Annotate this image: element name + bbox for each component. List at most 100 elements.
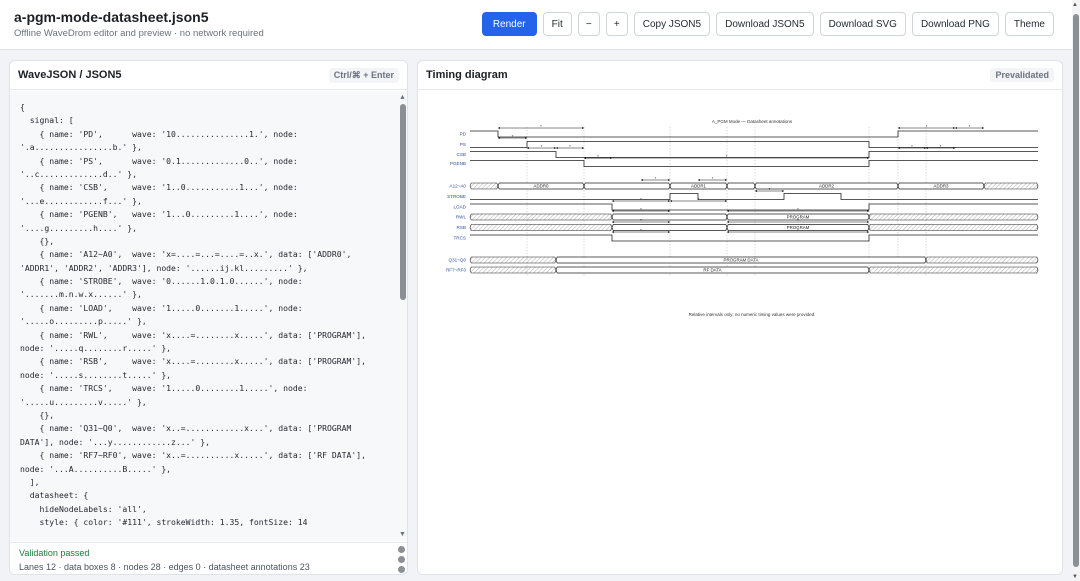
timing-symbol: T [940, 144, 942, 148]
code-line: '..c.............d..' }, [20, 168, 137, 179]
bus-hatched-segment [469, 256, 557, 264]
timing-diagram-preview[interactable]: A_PGM Mode — Datasheet annotations PD PS C… [418, 91, 1062, 574]
arrow-head [725, 200, 727, 202]
timing-symbol: T [712, 176, 714, 180]
preview-panel: Timing diagram Prevalidated A_PGM Mode —… [417, 60, 1063, 575]
signal-name-label: PS [460, 142, 466, 147]
signal-name-label: CSB [457, 152, 466, 157]
arrow-head [698, 179, 700, 181]
bus-hatched-segment [868, 224, 1039, 231]
code-line: DATA'], node: '...y............z...' }, [20, 436, 211, 447]
timing-symbol: T [541, 144, 543, 148]
arrow-head [727, 231, 729, 233]
arrow-head [554, 147, 556, 149]
signal-name-label: A12~A0 [450, 184, 467, 189]
signal-name-label: PGENB [450, 161, 466, 166]
bus-hatched-segment [469, 213, 613, 221]
timing-symbol: T [640, 228, 642, 232]
code-line: '...e............f...' }, [20, 195, 142, 206]
code-line: '.......m.n.w.x......' }, [20, 289, 142, 300]
timing-symbol: T [926, 124, 928, 128]
timing-symbol: T [797, 228, 799, 232]
bus-hatched-segment [868, 213, 1039, 221]
zoom-out-button[interactable]: − [577, 12, 600, 36]
arrow-head [867, 231, 869, 233]
arrow-head [955, 127, 957, 129]
arrow-head [867, 221, 869, 223]
signal-wave [470, 203, 1038, 211]
bus-data-segment [611, 224, 728, 231]
code-line: node: '.....s........t.....' }, [20, 369, 172, 380]
scroll-up-icon[interactable]: ▲ [399, 94, 406, 101]
page-scrollbar[interactable]: ▲ ▼ [1072, 0, 1080, 581]
code-line: '.....u.........v.....' }, [20, 396, 147, 407]
timing-symbol: T [640, 207, 642, 211]
download-png-button[interactable]: Download PNG [911, 12, 999, 36]
bus-data-label: RF DATA [703, 268, 721, 273]
editor-title: WaveJSON / JSON5 [18, 69, 122, 81]
code-line: { name: 'STROBE', wave: '0......1.0.1.0.… [20, 276, 303, 287]
download-svg-button[interactable]: Download SVG [819, 12, 906, 36]
arrow-head [782, 190, 784, 192]
code-line: 'ADDR1', 'ADDR2', 'ADDR3'], node: '.....… [20, 262, 308, 273]
bus-data-label: PROGRAM DATA [724, 258, 759, 263]
arrow-head [641, 179, 643, 181]
validation-footer: Validation passed Lanes 12 · data boxes … [10, 542, 407, 574]
timing-symbol: T [797, 207, 799, 211]
download-json5-button[interactable]: Download JSON5 [716, 12, 814, 36]
diagram-gridlines [526, 127, 927, 276]
fit-button[interactable]: Fit [542, 12, 572, 36]
code-line: { name: 'PD', wave: '10...............1.… [20, 128, 298, 139]
bus-data-label: ADDR3 [934, 184, 949, 189]
app-subtitle: Offline WaveDrom editor and preview · no… [14, 28, 264, 39]
timing-symbol: T [797, 218, 799, 222]
timing-symbol: T [698, 197, 700, 201]
signal-wave [470, 160, 1038, 167]
editor-panel: WaveJSON / JSON5 Ctrl/⌘ + Enter { signal… [9, 60, 408, 575]
copy-json5-button[interactable]: Copy JSON5 [633, 12, 711, 36]
arrow-head [755, 190, 757, 192]
timing-diagram-svg: A_PGM Mode — Datasheet annotations PD PS C… [446, 119, 1039, 317]
arrow-head [612, 231, 614, 233]
page-scroll-up-icon[interactable]: ▲ [1072, 2, 1078, 8]
scroll-down-icon[interactable]: ▼ [399, 531, 406, 538]
zoom-in-button[interactable]: + [605, 12, 628, 36]
bus-data-label: ADDR1 [691, 184, 706, 189]
signal-name-label: LOAD [453, 205, 466, 210]
footer-scroll-thumb[interactable] [398, 556, 405, 563]
signal-name-label: RWL [456, 215, 467, 220]
editor-scrollbar[interactable]: ▲ ▼ [399, 94, 406, 538]
render-button[interactable]: Render [481, 12, 537, 36]
signal-name-label: PD [460, 132, 467, 137]
theme-button[interactable]: Theme [1004, 12, 1054, 36]
signal-name-label: STROBE [447, 194, 466, 199]
code-editor[interactable]: { signal: [ { name: 'PD', wave: '10.....… [10, 91, 407, 541]
code-line: ], [20, 476, 40, 487]
page-scroll-down-icon[interactable]: ▼ [1072, 574, 1078, 580]
code-text[interactable]: { signal: [ { name: 'PD', wave: '10.....… [20, 101, 396, 530]
signal-name-label: RSB [457, 225, 466, 230]
diagram-title: A_PGM Mode — Datasheet annotations [712, 119, 793, 124]
signal-wave [470, 234, 1038, 242]
signal-wave [470, 141, 1038, 148]
footer-scrollbar[interactable] [398, 546, 405, 574]
arrow-head [727, 221, 729, 223]
validation-status: Validation passed [19, 548, 90, 558]
timing-symbol: T [655, 176, 657, 180]
editor-panel-header: WaveJSON / JSON5 Ctrl/⌘ + Enter [10, 61, 407, 90]
footer-scroll-down-icon[interactable] [398, 566, 405, 573]
code-line: { name: 'PGENB', wave: '1...0.........1.… [20, 209, 298, 220]
top-bar: a-pgm-mode-datasheet.json5 Offline WaveD… [0, 0, 1072, 50]
arrow-head [982, 127, 984, 129]
page-scroll-thumb[interactable] [1073, 14, 1079, 567]
arrow-head [898, 127, 900, 129]
code-line: { name: 'TRCS', wave: '1.....0........1.… [20, 383, 308, 394]
bus-hatched-segment [469, 266, 557, 274]
footer-scroll-up-icon[interactable] [398, 546, 405, 553]
code-line: datasheet: { [20, 490, 89, 501]
signal-wave [470, 151, 1038, 158]
timing-symbol: T [969, 124, 971, 128]
editor-scroll-thumb[interactable] [400, 104, 406, 300]
code-line: { name: 'RSB', wave: 'x....=........x...… [20, 356, 366, 367]
code-line: node: '...A..........B.....' }, [20, 463, 172, 474]
